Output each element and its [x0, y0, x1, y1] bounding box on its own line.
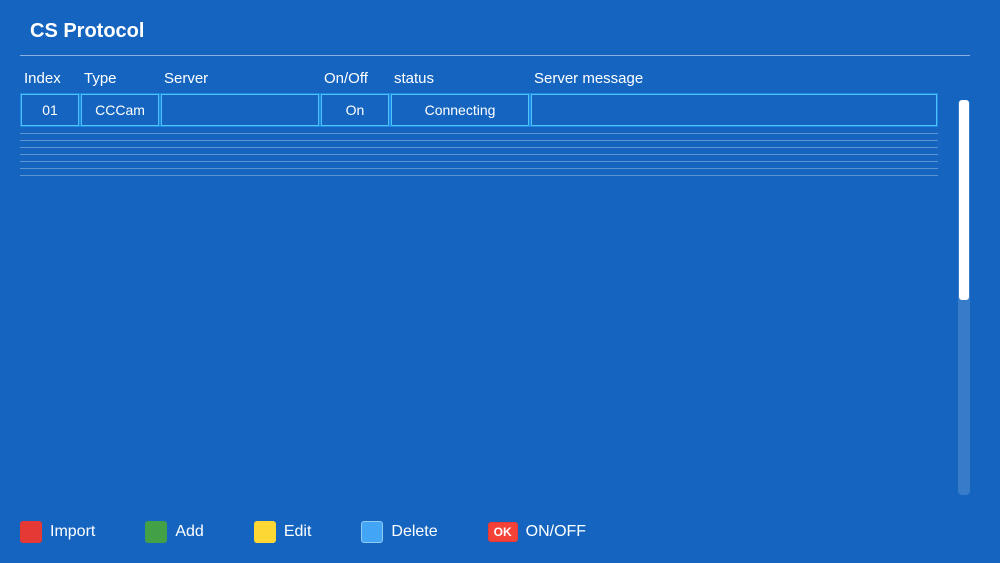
cell-status: Connecting: [391, 94, 529, 126]
add-item[interactable]: Add: [145, 521, 203, 543]
scrollbar[interactable]: [958, 100, 970, 495]
table-header: Index Type Server On/Off status Server m…: [20, 70, 938, 93]
separator-3: [20, 147, 938, 148]
import-label: Import: [50, 523, 95, 541]
separator-6: [20, 168, 938, 169]
title-bar: CS Protocol: [20, 20, 970, 56]
cell-message: [531, 94, 937, 126]
import-color-btn: [20, 521, 42, 543]
ok-btn: OK: [488, 522, 518, 542]
onoff-label: ON/OFF: [526, 523, 586, 541]
edit-item[interactable]: Edit: [254, 521, 312, 543]
add-color-btn: [145, 521, 167, 543]
table-row[interactable]: 01 CCCam On Connecting: [20, 93, 938, 127]
cell-type: CCCam: [81, 94, 159, 126]
header-index: Index: [24, 70, 84, 87]
scrollbar-thumb: [959, 100, 969, 300]
separator-2: [20, 140, 938, 141]
cell-onoff: On: [321, 94, 389, 126]
separator-5: [20, 161, 938, 162]
separator-7: [20, 175, 938, 176]
cell-server: [161, 94, 319, 126]
edit-label: Edit: [284, 523, 312, 541]
table-area: Index Type Server On/Off status Server m…: [20, 70, 958, 505]
edit-color-btn: [254, 521, 276, 543]
separator-1: [20, 133, 938, 134]
cell-index: 01: [21, 94, 79, 126]
onoff-item[interactable]: OK ON/OFF: [488, 522, 586, 542]
footer: Import Add Edit Delete OK ON/OFF: [20, 505, 970, 543]
delete-item[interactable]: Delete: [361, 521, 437, 543]
delete-label: Delete: [391, 523, 437, 541]
header-status: status: [394, 70, 534, 87]
content-area: Index Type Server On/Off status Server m…: [20, 70, 970, 505]
header-onoff: On/Off: [324, 70, 394, 87]
header-server: Server: [164, 70, 324, 87]
header-message: Server message: [534, 70, 934, 87]
header-type: Type: [84, 70, 164, 87]
separator-4: [20, 154, 938, 155]
import-item[interactable]: Import: [20, 521, 95, 543]
add-label: Add: [175, 523, 203, 541]
main-container: CS Protocol Index Type Server On/Off sta…: [0, 0, 1000, 563]
page-title: CS Protocol: [30, 20, 144, 43]
delete-color-btn: [361, 521, 383, 543]
